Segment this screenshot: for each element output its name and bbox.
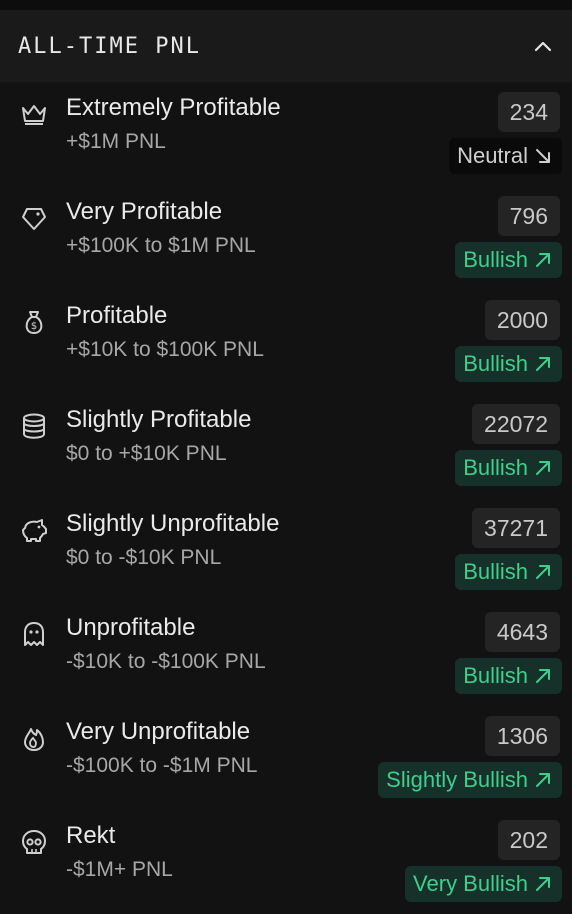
section-title: ALL-TIME PNL — [18, 33, 201, 59]
tier-title: Very Unprofitable — [66, 718, 251, 745]
svg-text:$: $ — [31, 321, 37, 332]
tier-range: -$10K to -$100K PNL — [66, 650, 266, 673]
list-item[interactable]: Slightly Profitable $0 to +$10K PNL 2207… — [0, 394, 572, 498]
sentiment-label: Bullish — [463, 351, 528, 376]
section-header[interactable]: ALL-TIME PNL — [0, 10, 572, 82]
piggy-bank-icon — [18, 514, 50, 546]
list-item[interactable]: Rekt -$1M+ PNL 202 Very Bullish — [0, 810, 572, 914]
list-item[interactable]: Very Unprofitable -$100K to -$1M PNL 130… — [0, 706, 572, 810]
tier-title: Slightly Unprofitable — [66, 510, 280, 537]
count-badge: 202 — [497, 820, 560, 860]
sentiment-label: Bullish — [463, 559, 528, 584]
all-time-pnl-panel: ALL-TIME PNL Extremely Profitable +$1M P… — [0, 0, 572, 914]
arrow-up-right-icon — [536, 357, 550, 371]
gem-icon — [18, 202, 50, 234]
chevron-up-icon[interactable] — [532, 35, 554, 57]
list-item[interactable]: Slightly Unprofitable $0 to -$10K PNL 37… — [0, 498, 572, 602]
arrow-up-right-icon — [536, 461, 550, 475]
sentiment-badge: Bullish — [455, 554, 562, 590]
tier-range: +$100K to $1M PNL — [66, 234, 256, 257]
arrow-down-right-icon — [536, 149, 550, 163]
list-item[interactable]: $ Profitable +$10K to $100K PNL 2000 Bul… — [0, 290, 572, 394]
tier-title: Slightly Profitable — [66, 406, 252, 433]
sentiment-badge: Bullish — [455, 658, 562, 694]
tier-range: $0 to +$10K PNL — [66, 442, 227, 465]
arrow-up-right-icon — [536, 773, 550, 787]
count-badge: 1306 — [484, 716, 560, 756]
sentiment-badge: Bullish — [455, 450, 562, 486]
top-strip — [0, 0, 572, 10]
tier-title: Unprofitable — [66, 614, 196, 641]
count-badge: 796 — [497, 196, 560, 236]
count-badge: 37271 — [472, 508, 560, 548]
arrow-up-right-icon — [536, 253, 550, 267]
skull-icon — [18, 826, 50, 858]
count-badge: 22072 — [472, 404, 560, 444]
sentiment-badge: Very Bullish — [405, 866, 562, 902]
sentiment-badge: Bullish — [455, 242, 562, 278]
tier-range: +$10K to $100K PNL — [66, 338, 264, 361]
arrow-up-right-icon — [536, 669, 550, 683]
list-item[interactable]: Very Profitable +$100K to $1M PNL 796 Bu… — [0, 186, 572, 290]
tier-range: +$1M PNL — [66, 130, 166, 153]
arrow-up-right-icon — [536, 877, 550, 891]
sentiment-badge: Neutral — [449, 138, 562, 174]
tier-title: Profitable — [66, 302, 168, 329]
count-badge: 234 — [497, 92, 560, 132]
tier-title: Extremely Profitable — [66, 94, 281, 121]
tier-title: Very Profitable — [66, 198, 223, 225]
sentiment-label: Neutral — [457, 143, 528, 168]
sentiment-label: Bullish — [463, 455, 528, 480]
tier-title: Rekt — [66, 822, 116, 849]
sentiment-badge: Bullish — [455, 346, 562, 382]
list-item[interactable]: Extremely Profitable +$1M PNL 234 Neutra… — [0, 82, 572, 186]
sentiment-label: Bullish — [463, 663, 528, 688]
flame-icon — [18, 722, 50, 754]
count-badge: 2000 — [484, 300, 560, 340]
sentiment-label: Bullish — [463, 247, 528, 272]
sentiment-badge: Slightly Bullish — [378, 762, 562, 798]
tier-range: $0 to -$10K PNL — [66, 546, 222, 569]
coin-stack-icon — [18, 410, 50, 442]
list-item[interactable]: Unprofitable -$10K to -$100K PNL 4643 Bu… — [0, 602, 572, 706]
sentiment-label: Slightly Bullish — [386, 767, 528, 792]
tier-range: -$1M+ PNL — [66, 858, 173, 881]
crown-icon — [18, 98, 50, 130]
pnl-tier-list: Extremely Profitable +$1M PNL 234 Neutra… — [0, 82, 572, 914]
arrow-up-right-icon — [536, 565, 550, 579]
money-bag-icon: $ — [18, 306, 50, 338]
sentiment-label: Very Bullish — [413, 871, 528, 896]
tier-range: -$100K to -$1M PNL — [66, 754, 258, 777]
count-badge: 4643 — [484, 612, 560, 652]
ghost-icon — [18, 618, 50, 650]
